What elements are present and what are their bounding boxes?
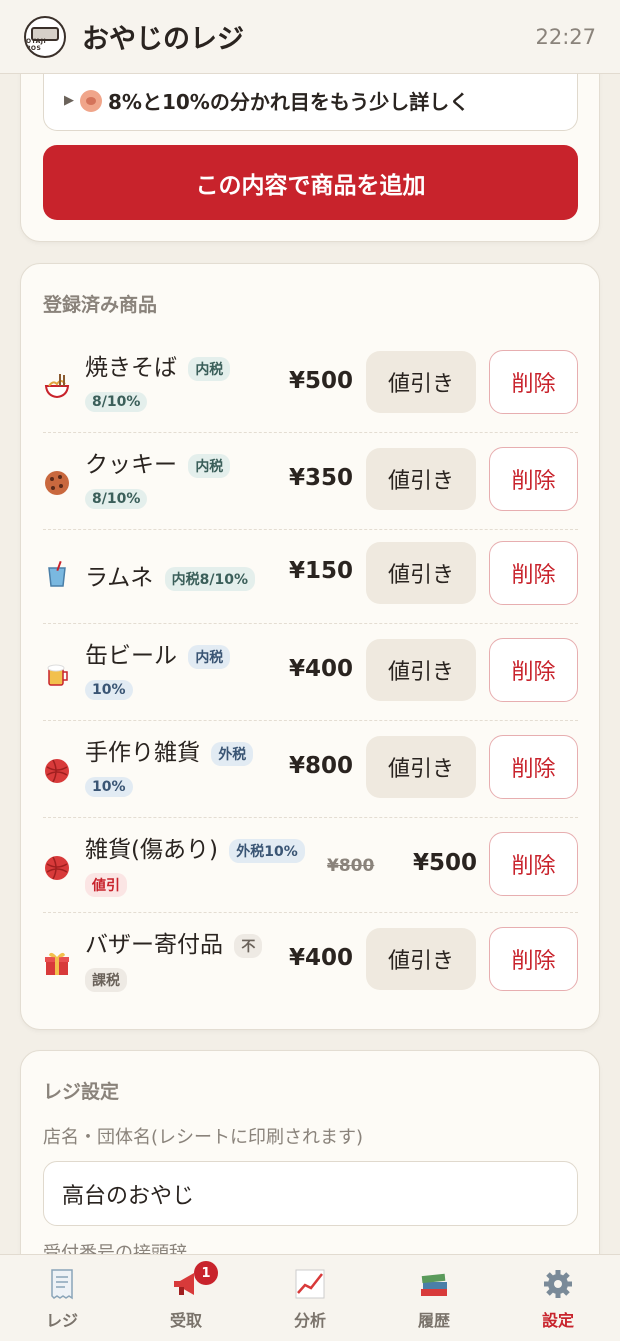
discount-button[interactable]: 値引き <box>366 736 476 798</box>
delete-button[interactable]: 削除 <box>489 638 578 702</box>
beer-icon <box>47 664 68 686</box>
receipt-icon <box>51 1269 73 1300</box>
product-row: 焼きそば 内税 8/10% ¥500 値引き 削除 <box>43 336 578 433</box>
product-row: ラムネ 内税8/10% ¥150 値引き 削除 <box>43 530 578 624</box>
product-row: 雑貨(傷あり) 外税10% 値引 ¥800 ¥500 削除 <box>43 818 578 913</box>
noodles-icon <box>44 374 70 399</box>
tax-tag: 外税10% <box>229 838 305 863</box>
nav-item-settings[interactable]: 設定 <box>496 1255 620 1341</box>
nav-label: 受取 <box>169 1311 202 1330</box>
product-price: ¥800 <box>288 753 353 779</box>
product-price: ¥350 <box>288 465 353 491</box>
section-title: レジ設定 <box>43 1081 120 1103</box>
discount-button[interactable]: 値引き <box>366 542 476 604</box>
product-name: クッキー 内税 <box>85 445 231 479</box>
discount-button[interactable]: 値引き <box>366 928 476 990</box>
nav-item-register[interactable]: レジ <box>0 1255 124 1341</box>
books-icon <box>421 1273 447 1296</box>
notification-badge: 1 <box>194 1261 218 1285</box>
nav-label: 分析 <box>293 1311 326 1330</box>
chart-icon <box>295 1269 325 1299</box>
delete-button[interactable]: 削除 <box>489 541 578 605</box>
nav-label: 設定 <box>541 1311 574 1330</box>
discount-button[interactable]: 値引き <box>366 351 476 413</box>
tax-tag: 内税 <box>188 453 231 478</box>
gear-icon <box>544 1270 572 1298</box>
product-name: バザー寄付品 不 <box>85 925 263 959</box>
nav-label: レジ <box>45 1311 78 1330</box>
bottom-nav: レジ 1 受取 分析 履歴 設定 <box>0 1254 620 1341</box>
registered-products-card: 登録済み商品 焼きそば 内税 8/10% ¥500 値引き 削除 クッキー 内税… <box>20 263 600 1030</box>
store-name-input[interactable] <box>43 1161 578 1226</box>
tax-tag: 内税 <box>188 356 231 381</box>
product-price: ¥500 <box>288 368 353 394</box>
clock: 22:27 <box>535 24 596 49</box>
disclosure-triangle-icon: ▶ <box>64 93 74 108</box>
drink-icon <box>48 560 66 587</box>
tax-rate-tag: 8/10% <box>85 488 148 509</box>
tax-rate-tag: 課税 <box>85 968 127 992</box>
product-name: 手作り雑貨 外税 <box>85 733 254 767</box>
delete-button[interactable]: 削除 <box>489 447 578 511</box>
add-product-button[interactable]: この内容で商品を追加 <box>43 145 578 220</box>
nav-item-pickup[interactable]: 1 受取 <box>124 1255 248 1341</box>
product-name: 缶ビール 内税 <box>85 636 231 670</box>
nav-label: 履歴 <box>417 1311 450 1330</box>
app-title: おやじのレジ <box>82 24 244 55</box>
delete-button[interactable]: 削除 <box>489 735 578 799</box>
product-name: 焼きそば 内税 <box>85 348 231 382</box>
app-logo: OYAJI POS <box>24 15 66 58</box>
thinking-face-icon <box>80 89 102 112</box>
tax-details-label: 8%と10%の分かれ目をもう少し詳しく <box>108 90 470 114</box>
tax-tag: 内税8/10% <box>164 566 255 591</box>
section-title: 登録済み商品 <box>43 294 158 316</box>
tax-rate-tag: 10% <box>85 776 133 797</box>
app-header: OYAJI POS おやじのレジ 22:27 <box>0 0 620 74</box>
discount-button[interactable]: 値引き <box>366 448 476 510</box>
tax-tag: 内税 <box>188 644 231 669</box>
cookie-icon <box>45 471 69 495</box>
product-name: 雑貨(傷あり) 外税10% <box>85 830 305 864</box>
store-name-label: 店名・団体名(レシートに印刷されます) <box>43 1127 364 1148</box>
delete-button[interactable]: 削除 <box>489 832 578 896</box>
product-price: ¥150 <box>288 558 353 584</box>
tax-tag: 不 <box>234 933 263 958</box>
product-row: 手作り雑貨 外税 10% ¥800 値引き 削除 <box>43 721 578 818</box>
tax-rate-tag: 8/10% <box>85 391 148 412</box>
product-price: ¥400 <box>288 945 353 971</box>
gift-icon <box>45 952 69 975</box>
delete-button[interactable]: 削除 <box>489 350 578 414</box>
product-price: ¥400 <box>288 656 353 682</box>
yarn-icon <box>45 759 69 783</box>
tax-rate-tag: 10% <box>85 679 133 700</box>
discount-tag: 値引 <box>85 873 127 897</box>
product-row: クッキー 内税 8/10% ¥350 値引き 削除 <box>43 433 578 530</box>
product-row: 缶ビール 内税 10% ¥400 値引き 削除 <box>43 624 578 721</box>
product-row: バザー寄付品 不 課税 ¥400 値引き 削除 <box>43 913 578 1010</box>
product-price: ¥500 <box>412 850 477 876</box>
nav-item-analytics[interactable]: 分析 <box>248 1255 372 1341</box>
yarn-icon <box>45 856 69 880</box>
tax-details-toggle[interactable]: ▶ 8%と10%の分かれ目をもう少し詳しく <box>43 71 578 131</box>
nav-item-history[interactable]: 履歴 <box>372 1255 496 1341</box>
original-price: ¥800 <box>327 856 375 876</box>
tax-tag: 外税 <box>211 741 254 766</box>
delete-button[interactable]: 削除 <box>489 927 578 991</box>
discount-button[interactable]: 値引き <box>366 639 476 701</box>
product-name: ラムネ 内税8/10% <box>85 558 255 592</box>
